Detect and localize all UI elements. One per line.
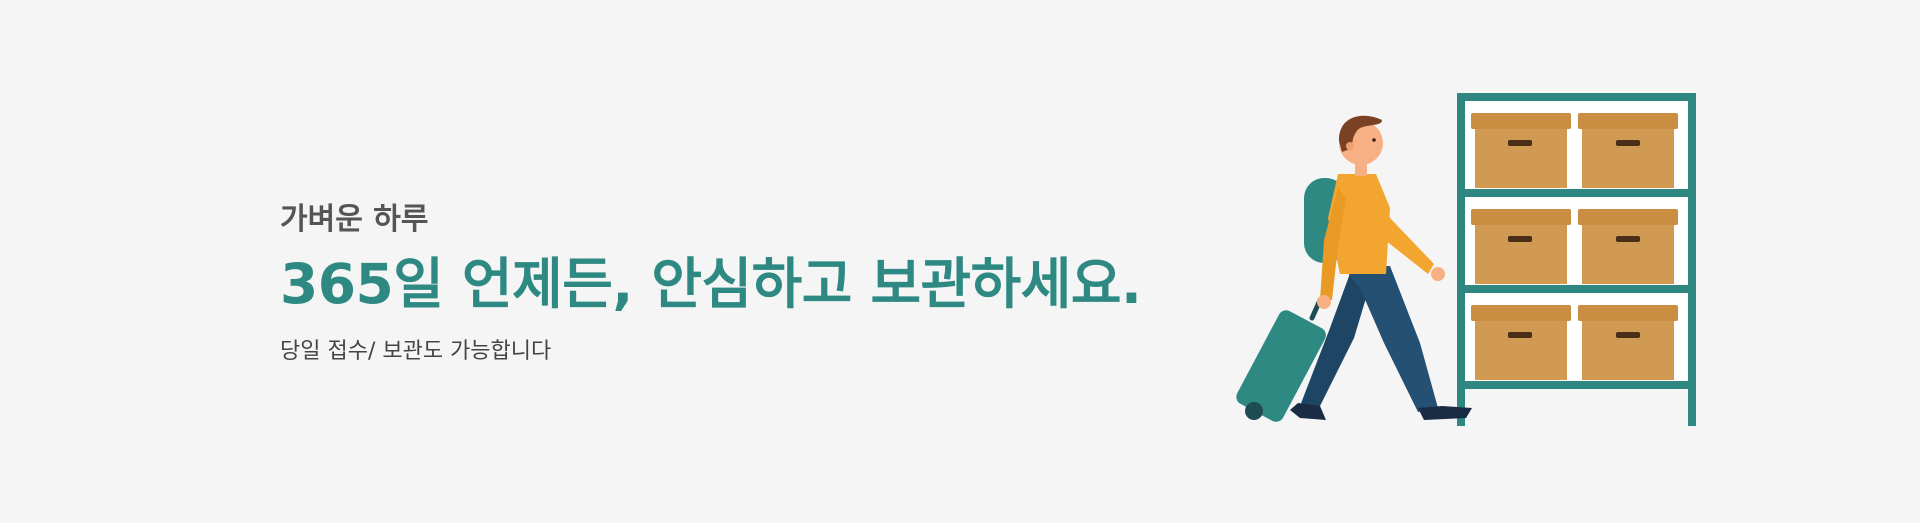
storage-box-icon xyxy=(1578,113,1678,188)
storage-illustration xyxy=(1236,93,1696,426)
banner-subline: 당일 접수/ 보관도 가능합니다 xyxy=(280,339,552,364)
person-icon xyxy=(1290,115,1472,420)
storage-box-icon xyxy=(1471,209,1571,284)
storage-box-icon xyxy=(1578,305,1678,380)
storage-box-icon xyxy=(1578,209,1678,284)
banner-eyebrow: 가벼운 하루 xyxy=(280,202,429,237)
storage-box-icon xyxy=(1471,113,1571,188)
banner-headline: 365일 언제든, 안심하고 보관하세요. xyxy=(280,252,1142,316)
hero-banner: 가벼운 하루 365일 언제든, 안심하고 보관하세요. 당일 접수/ 보관도 … xyxy=(0,0,1920,523)
storage-box-icon xyxy=(1471,305,1571,380)
banner-text: 가벼운 하루 365일 언제든, 안심하고 보관하세요. 당일 접수/ 보관도 … xyxy=(280,200,1142,368)
